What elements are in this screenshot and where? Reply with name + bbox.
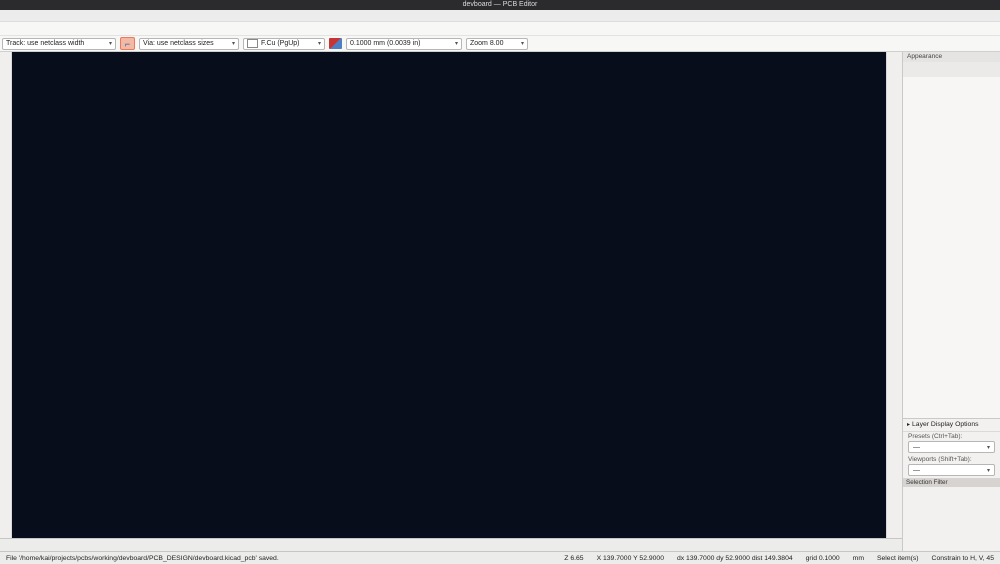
chevron-down-icon: ▾	[317, 41, 321, 47]
grid-value: 0.1000 mm (0.0039 in)	[350, 40, 421, 47]
board-stats-bar	[0, 538, 902, 551]
chevron-down-icon: ▾	[986, 467, 990, 474]
right-toolbar	[886, 52, 902, 538]
status-delta: dx 139.7000 dy 52.9000 dist 149.3804	[676, 554, 793, 562]
viewports-label: Viewports (Shift+Tab):	[908, 456, 972, 463]
status-hint: Select item(s)	[876, 554, 919, 562]
status-constrain: Constrain to H, V, 45	[931, 554, 994, 562]
status-units: mm	[852, 554, 864, 562]
status-cursor: X 139.7000 Y 52.9000	[596, 554, 664, 562]
auto-track-width-toggle[interactable]: ⌐	[120, 37, 135, 50]
menu-bar	[0, 10, 1000, 22]
viewports-select[interactable]: — ▾	[908, 464, 995, 476]
status-zoom: Z 6.65	[564, 554, 584, 562]
layer-display-options[interactable]: ▸ Layer Display Options	[903, 418, 1000, 432]
chevron-down-icon: ▾	[986, 444, 990, 451]
appearance-panel: Appearance ▸ Layer Display Options Preset…	[902, 52, 1000, 551]
layer-color-swatch	[247, 39, 258, 48]
pcb-board	[12, 52, 886, 538]
chevron-down-icon: ▾	[108, 41, 112, 47]
main-toolbar	[0, 22, 1000, 36]
via-size-value: Via: use netclass sizes	[143, 40, 214, 47]
via-size-select[interactable]: Via: use netclass sizes ▾	[139, 37, 239, 50]
grid-select[interactable]: 0.1000 mm (0.0039 in) ▾	[346, 37, 462, 50]
left-toolbar	[0, 52, 12, 538]
active-layer-value: F.Cu (PgUp)	[261, 40, 300, 47]
selection-filter-title: Selection Filter	[903, 478, 1000, 487]
layer-pair-icon[interactable]	[329, 38, 342, 49]
controls-toolbar: Track: use netclass width ▾ ⌐ Via: use n…	[0, 36, 1000, 52]
zoom-select[interactable]: Zoom 8.00 ▾	[466, 37, 528, 50]
track-width-select[interactable]: Track: use netclass width ▾	[2, 37, 116, 50]
track-width-value: Track: use netclass width	[6, 40, 85, 47]
status-grid: grid 0.1000	[805, 554, 840, 562]
presets-label: Presets (Ctrl+Tab):	[908, 433, 963, 440]
chevron-down-icon: ▾	[520, 41, 524, 47]
layers-list	[903, 77, 1000, 418]
active-layer-select[interactable]: F.Cu (PgUp) ▾	[243, 37, 325, 50]
pcb-canvas[interactable]	[12, 52, 886, 538]
window-titlebar[interactable]: devboard — PCB Editor	[0, 0, 1000, 10]
zoom-value: Zoom 8.00	[470, 40, 504, 47]
chevron-down-icon: ▾	[454, 41, 458, 47]
expand-arrow-icon: ▸	[907, 422, 911, 428]
chevron-down-icon: ▾	[231, 41, 235, 47]
window-title: devboard — PCB Editor	[462, 1, 538, 8]
status-message: File '/home/kai/projects/pcbs/working/de…	[6, 554, 279, 562]
presets-select[interactable]: — ▾	[908, 441, 995, 453]
status-bar: File '/home/kai/projects/pcbs/working/de…	[0, 551, 1000, 564]
appearance-tabs	[903, 62, 1000, 78]
